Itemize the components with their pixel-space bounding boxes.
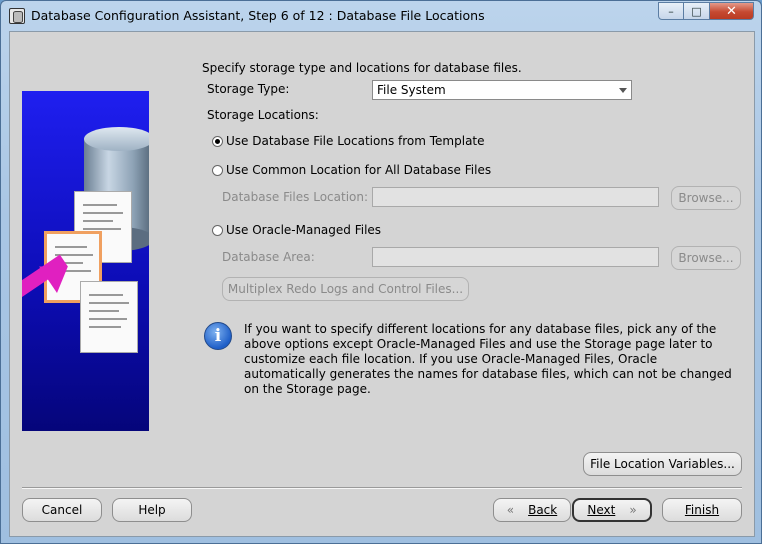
database-cylinder-top <box>84 127 149 151</box>
finish-button-label: Finish <box>684 503 720 517</box>
maximize-button[interactable]: □ <box>684 2 710 20</box>
document-icon <box>80 281 138 353</box>
oracle-managed-radio-label[interactable]: Use Oracle-Managed Files <box>226 223 381 237</box>
oracle-managed-radio[interactable] <box>212 225 223 236</box>
minimize-icon: – <box>668 4 674 18</box>
next-button[interactable]: Next » <box>572 498 652 522</box>
back-button[interactable]: « Back <box>493 498 571 522</box>
common-location-radio-label[interactable]: Use Common Location for All Database Fil… <box>226 163 491 177</box>
storage-type-select[interactable]: File System <box>372 80 632 100</box>
database-files-location-label: Database Files Location: <box>222 190 369 204</box>
next-button-label: Next <box>587 503 616 517</box>
title-bar[interactable]: Database Configuration Assistant, Step 6… <box>1 1 761 31</box>
storage-type-value: File System <box>377 83 446 97</box>
back-button-label: Back <box>528 503 558 517</box>
info-icon: i <box>204 322 232 350</box>
cancel-button[interactable]: Cancel <box>22 498 102 522</box>
close-icon: ✕ <box>726 3 737 19</box>
divider <box>22 487 742 489</box>
intro-text: Specify storage type and locations for d… <box>202 61 522 75</box>
multiplex-redo-logs-button[interactable]: Multiplex Redo Logs and Control Files... <box>222 277 469 301</box>
dialog-content: Specify storage type and locations for d… <box>9 31 755 537</box>
browse-files-location-button[interactable]: Browse... <box>671 186 741 210</box>
template-radio[interactable] <box>212 136 223 147</box>
app-window: Database Configuration Assistant, Step 6… <box>0 0 762 544</box>
file-location-variables-button[interactable]: File Location Variables... <box>583 452 742 476</box>
database-area-input[interactable] <box>372 247 659 267</box>
database-area-label: Database Area: <box>222 250 315 264</box>
chevron-right-icon: » <box>629 503 637 517</box>
help-button[interactable]: Help <box>112 498 192 522</box>
common-location-radio[interactable] <box>212 165 223 176</box>
minimize-button[interactable]: – <box>658 2 684 20</box>
storage-type-label: Storage Type: <box>207 82 290 96</box>
wizard-illustration <box>22 91 149 431</box>
template-radio-label[interactable]: Use Database File Locations from Templat… <box>226 134 485 148</box>
window-controls: – □ ✕ <box>658 2 754 20</box>
database-files-location-input[interactable] <box>372 187 659 207</box>
window-title: Database Configuration Assistant, Step 6… <box>31 8 485 23</box>
info-message: If you want to specify different locatio… <box>244 322 732 396</box>
finish-button[interactable]: Finish <box>662 498 742 522</box>
chevron-left-icon: « <box>506 503 515 517</box>
close-button[interactable]: ✕ <box>710 2 754 20</box>
storage-locations-label: Storage Locations: <box>207 108 319 122</box>
chevron-down-icon <box>619 88 627 93</box>
maximize-icon: □ <box>691 4 702 18</box>
database-app-icon <box>9 8 25 24</box>
browse-area-button[interactable]: Browse... <box>671 246 741 270</box>
